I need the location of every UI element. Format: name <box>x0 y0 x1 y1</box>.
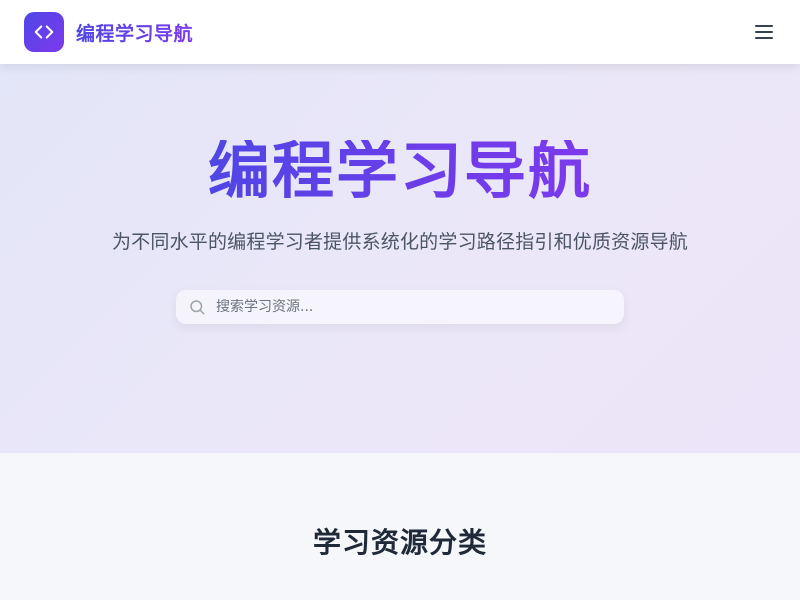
section-title: 学习资源分类 <box>312 526 487 559</box>
search-input[interactable] <box>216 299 612 315</box>
brand-title: 编程学习导航 <box>76 19 193 46</box>
top-navbar: 编程学习导航 <box>0 0 800 64</box>
hero-title: 编程学习导航 <box>207 134 592 207</box>
search-bar[interactable] <box>176 290 624 324</box>
search-icon[interactable] <box>188 298 206 316</box>
hamburger-menu-icon[interactable] <box>752 20 776 44</box>
categories-section: 学习资源分类 <box>0 453 800 600</box>
code-brackets-icon <box>24 12 64 52</box>
hero-subtitle: 为不同水平的编程学习者提供系统化的学习路径指引和优质资源导航 <box>111 231 688 253</box>
brand-link[interactable]: 编程学习导航 <box>24 12 193 52</box>
hero-section: 编程学习导航 为不同水平的编程学习者提供系统化的学习路径指引和优质资源导航 <box>0 64 800 453</box>
